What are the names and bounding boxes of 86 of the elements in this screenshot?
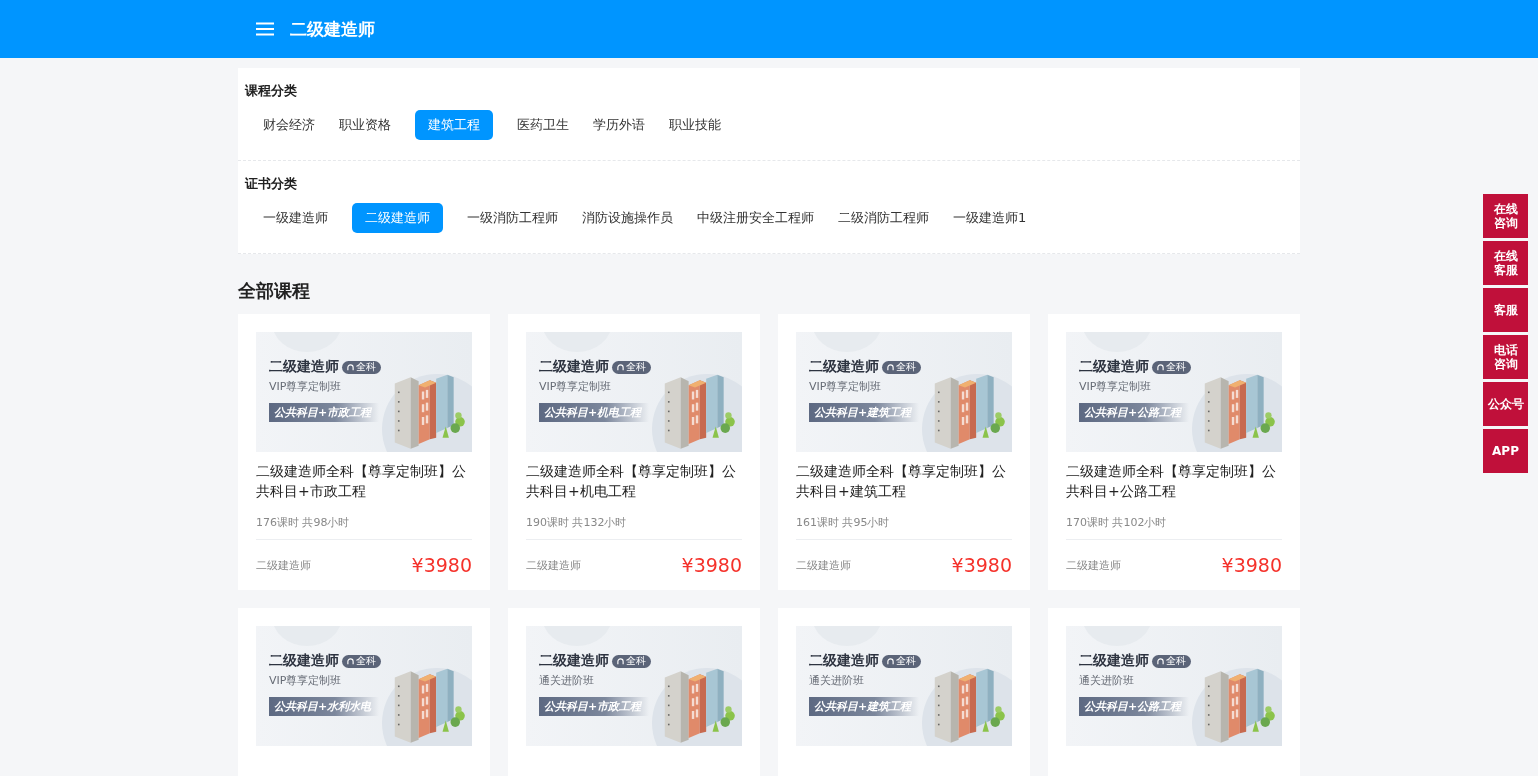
course-cover[interactable]: 二级建造师 全科 VIP尊享定制班 公共科目+市政工程 (256, 332, 472, 452)
category-tab[interactable]: 一级建造师 (253, 203, 338, 233)
course-cover[interactable]: 二级建造师 全科 VIP尊享定制班 公共科目+建筑工程 (796, 332, 1012, 452)
course-cover[interactable]: 二级建造师 全科 VIP尊享定制班 公共科目+公路工程 (1066, 332, 1282, 452)
cover-badge: 全科 (882, 654, 921, 668)
cover-badge: 全科 (342, 360, 381, 374)
cover-title: 二级建造师 (269, 358, 339, 376)
filter-heading: 证书分类 (245, 175, 298, 193)
certificate-label: 二级建造师 (1066, 557, 1121, 573)
cover-subject: 公共科目+公路工程 (1079, 403, 1190, 422)
side-contact-button[interactable]: 公众号 (1483, 382, 1528, 426)
cover-title: 二级建造师 (539, 358, 609, 376)
headphones-icon (887, 363, 894, 371)
cover-subject: 公共科目+市政工程 (269, 403, 380, 422)
cover-title: 二级建造师 (539, 652, 609, 670)
course-price: ¥3980 (681, 554, 742, 576)
course-cover[interactable]: 二级建造师 全科 VIP尊享定制班 公共科目+水利水电 (256, 626, 472, 746)
course-hours: 176课时 共98小时 (256, 515, 472, 540)
cover-title: 二级建造师 (1079, 358, 1149, 376)
cover-subtitle: VIP尊享定制班 (269, 673, 342, 688)
cover-subtitle: 通关进阶班 (809, 673, 864, 688)
course-title[interactable]: 二级建造师全科【尊享定制班】公共科目+建筑工程 (796, 461, 1012, 501)
cover-badge: 全科 (1152, 360, 1191, 374)
category-tab[interactable]: 学历外语 (583, 110, 655, 140)
cover-subject: 公共科目+建筑工程 (809, 697, 920, 716)
course-hours: 170课时 共102小时 (1066, 515, 1282, 540)
cover-title: 二级建造师 (809, 652, 879, 670)
cover-subject: 公共科目+水利水电 (269, 697, 380, 716)
cover-title: 二级建造师 (1079, 652, 1149, 670)
category-tab[interactable]: 一级消防工程师 (457, 203, 568, 233)
cover-badge: 全科 (882, 360, 921, 374)
side-contact-button[interactable]: APP (1483, 429, 1528, 473)
course-hours: 161课时 共95小时 (796, 515, 1012, 540)
cover-subject: 公共科目+市政工程 (539, 697, 650, 716)
cover-subtitle: 通关进阶班 (539, 673, 594, 688)
section-heading: 全部课程 (238, 279, 311, 303)
cover-subtitle: VIP尊享定制班 (269, 379, 342, 394)
category-tab[interactable]: 财会经济 (253, 110, 325, 140)
certificate-label: 二级建造师 (526, 557, 581, 573)
page-title: 二级建造师 (290, 17, 375, 41)
headphones-icon (887, 657, 894, 665)
headphones-icon (347, 363, 354, 371)
course-title[interactable]: 二级建造师全科【尊享定制班】公共科目+公路工程 (1066, 461, 1282, 501)
cover-subtitle: VIP尊享定制班 (539, 379, 612, 394)
side-contact-button[interactable]: 客服 (1483, 288, 1528, 332)
category-tab[interactable]: 医药卫生 (507, 110, 579, 140)
category-tab[interactable]: 职业资格 (329, 110, 401, 140)
headphones-icon (617, 657, 624, 665)
headphones-icon (617, 363, 624, 371)
course-title[interactable]: 二级建造师全科【尊享定制班】公共科目+机电工程 (526, 461, 742, 501)
course-title[interactable]: 二级建造师全科【尊享定制班】公共科目+市政工程 (256, 461, 472, 501)
course-cover[interactable]: 二级建造师 全科 通关进阶班 公共科目+建筑工程 (796, 626, 1012, 746)
category-tab[interactable]: 一级建造师1 (943, 203, 1037, 233)
category-tab[interactable]: 中级注册安全工程师 (687, 203, 824, 233)
cover-subtitle: VIP尊享定制班 (809, 379, 882, 394)
cover-subject: 公共科目+机电工程 (539, 403, 650, 422)
certificate-label: 二级建造师 (796, 557, 851, 573)
menu-icon[interactable] (256, 22, 274, 36)
cover-title: 二级建造师 (269, 652, 339, 670)
headphones-icon (1157, 657, 1164, 665)
course-hours: 190课时 共132小时 (526, 515, 742, 540)
side-contact-button[interactable]: 在线咨询 (1483, 194, 1528, 238)
side-contact-button[interactable]: 在线客服 (1483, 241, 1528, 285)
course-cover[interactable]: 二级建造师 全科 通关进阶班 公共科目+公路工程 (1066, 626, 1282, 746)
headphones-icon (1157, 363, 1164, 371)
category-tab[interactable]: 消防设施操作员 (572, 203, 683, 233)
headphones-icon (347, 657, 354, 665)
cover-badge: 全科 (612, 360, 651, 374)
side-contact-button[interactable]: 电话咨询 (1483, 335, 1528, 379)
course-price: ¥3980 (951, 554, 1012, 576)
cover-title: 二级建造师 (809, 358, 879, 376)
cover-subject: 公共科目+建筑工程 (809, 403, 920, 422)
cover-subtitle: VIP尊享定制班 (1079, 379, 1152, 394)
cover-subtitle: 通关进阶班 (1079, 673, 1134, 688)
certificate-label: 二级建造师 (256, 557, 311, 573)
category-tab[interactable]: 二级消防工程师 (828, 203, 939, 233)
course-cover[interactable]: 二级建造师 全科 通关进阶班 公共科目+市政工程 (526, 626, 742, 746)
cover-badge: 全科 (612, 654, 651, 668)
cover-subject: 公共科目+公路工程 (1079, 697, 1190, 716)
course-price: ¥3980 (1221, 554, 1282, 576)
cover-badge: 全科 (1152, 654, 1191, 668)
cover-badge: 全科 (342, 654, 381, 668)
filter-heading: 课程分类 (245, 82, 298, 100)
course-price: ¥3980 (411, 554, 472, 576)
category-tab[interactable]: 职业技能 (659, 110, 731, 140)
course-cover[interactable]: 二级建造师 全科 VIP尊享定制班 公共科目+机电工程 (526, 332, 742, 452)
